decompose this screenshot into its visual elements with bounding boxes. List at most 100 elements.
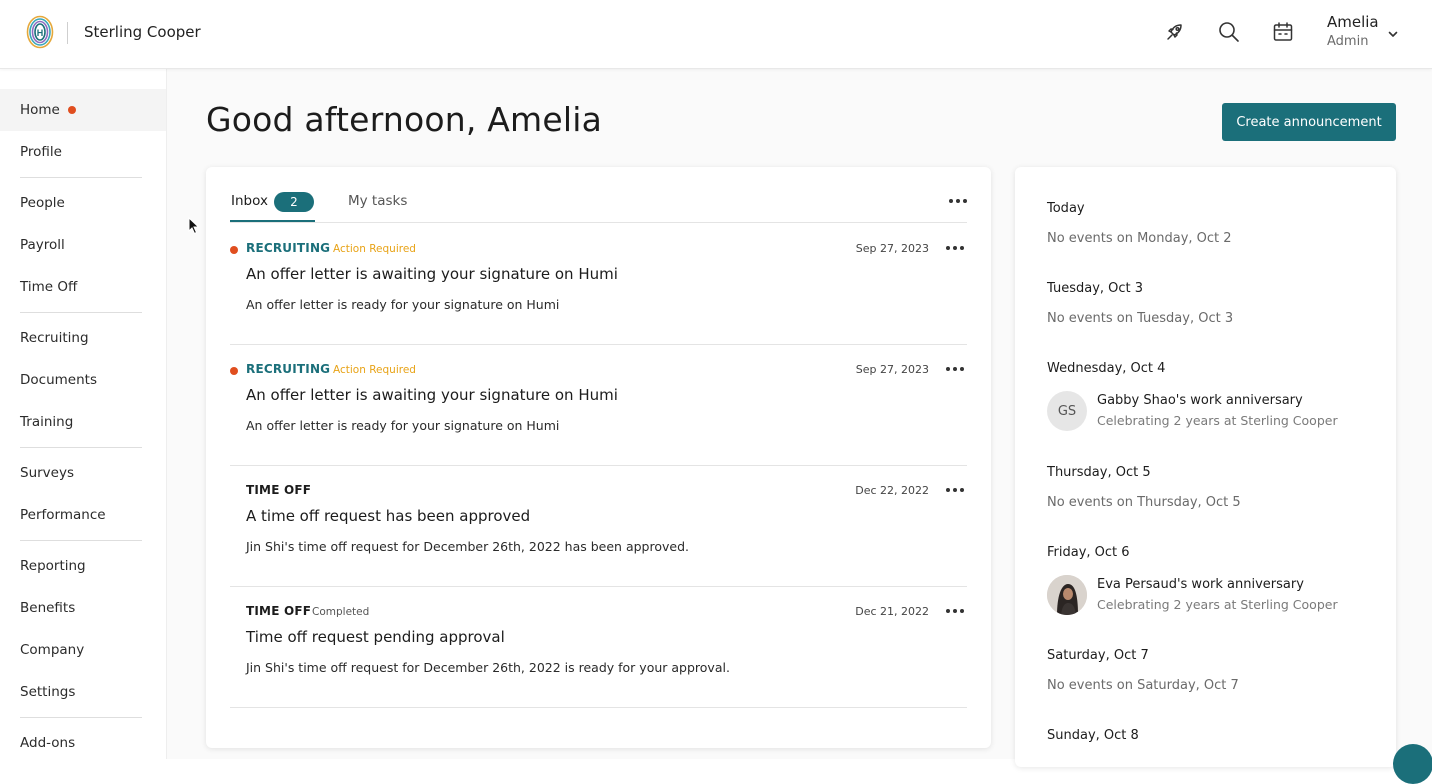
unread-dot	[230, 367, 238, 375]
sidebar-item-label: Payroll	[20, 237, 65, 253]
item-category: TIME OFF	[246, 604, 312, 618]
rocket-icon[interactable]	[1163, 20, 1187, 44]
sidebar-item-home[interactable]: Home	[0, 89, 166, 131]
avatar[interactable]: GS	[1047, 391, 1087, 431]
user-name[interactable]: Amelia	[1327, 13, 1379, 31]
inbox-count-badge: 2	[274, 192, 314, 212]
sidebar-item-profile[interactable]: Profile	[0, 131, 166, 173]
company-name: Sterling Cooper	[84, 23, 201, 41]
sidebar: Home Profile People Payroll Time Off Rec…	[0, 69, 167, 759]
item-title: Time off request pending approval	[246, 628, 505, 646]
calendar-no-events: No events on Saturday, Oct 7	[1047, 678, 1239, 693]
sidebar-item-documents[interactable]: Documents	[0, 359, 166, 401]
sidebar-item-label: Home	[20, 102, 60, 118]
calendar-day-label: Friday, Oct 6	[1047, 545, 1130, 560]
sidebar-item-training[interactable]: Training	[0, 401, 166, 443]
item-date: Sep 27, 2023	[855, 363, 929, 376]
sidebar-item-settings[interactable]: Settings	[0, 671, 166, 713]
calendar-event-subtitle: Celebrating 2 years at Sterling Cooper	[1097, 597, 1338, 612]
sidebar-item-label: Add-ons	[20, 735, 76, 751]
sidebar-item-company[interactable]: Company	[0, 629, 166, 671]
mouse-cursor-icon	[188, 216, 200, 235]
sidebar-divider	[20, 447, 142, 448]
user-role: Admin	[1327, 34, 1369, 49]
item-date: Dec 21, 2022	[855, 605, 929, 618]
item-body: An offer letter is ready for your signat…	[246, 297, 560, 312]
item-status-tag: Completed	[312, 606, 370, 618]
profile-photo-icon	[1047, 575, 1087, 615]
create-announcement-button[interactable]: Create announcement	[1222, 103, 1396, 141]
chevron-down-icon[interactable]	[1386, 26, 1400, 40]
sidebar-item-add-ons[interactable]: Add-ons	[0, 722, 166, 764]
calendar-event-subtitle: Celebrating 2 years at Sterling Cooper	[1097, 413, 1338, 428]
brand-divider	[67, 22, 68, 44]
sidebar-item-label: Benefits	[20, 600, 76, 616]
help-button[interactable]	[1393, 744, 1432, 784]
calendar-event-title[interactable]: Eva Persaud's work anniversary	[1097, 577, 1304, 592]
list-item[interactable]: TIME OFF Completed Dec 21, 2022 Time off…	[230, 587, 967, 708]
calendar-day-label: Wednesday, Oct 4	[1047, 361, 1166, 376]
page-title: Good afternoon, Amelia	[206, 100, 603, 139]
item-title: An offer letter is awaiting your signatu…	[246, 265, 618, 283]
sidebar-item-recruiting[interactable]: Recruiting	[0, 317, 166, 359]
sidebar-item-label: Company	[20, 642, 85, 658]
sidebar-item-label: People	[20, 195, 65, 211]
more-options-icon[interactable]	[949, 196, 967, 206]
list-item[interactable]: RECRUITING Action Required Sep 27, 2023 …	[230, 345, 967, 466]
notification-dot	[67, 106, 76, 114]
tabs-divider	[230, 222, 967, 223]
item-category: RECRUITING	[246, 241, 331, 255]
inbox-card: Inbox 2 My tasks RECRUITING Action Requi…	[206, 167, 991, 748]
item-body: Jin Shi's time off request for December …	[246, 539, 689, 554]
calendar-day-label: Thursday, Oct 5	[1047, 465, 1151, 480]
more-options-icon[interactable]	[946, 364, 964, 374]
sidebar-item-payroll[interactable]: Payroll	[0, 224, 166, 266]
calendar-no-events: No events on Thursday, Oct 5	[1047, 495, 1241, 510]
company-logo-icon[interactable]: H	[26, 15, 54, 49]
sidebar-divider	[20, 540, 142, 541]
calendar-day-label: Saturday, Oct 7	[1047, 648, 1149, 663]
more-options-icon[interactable]	[946, 606, 964, 616]
sidebar-item-label: Documents	[20, 372, 97, 388]
sidebar-item-label: Settings	[20, 684, 76, 700]
list-item[interactable]: RECRUITING Action Required Sep 27, 2023 …	[230, 224, 967, 345]
sidebar-item-label: Training	[20, 414, 74, 430]
calendar-no-events: No events on Tuesday, Oct 3	[1047, 311, 1234, 326]
item-body: An offer letter is ready for your signat…	[246, 418, 560, 433]
calendar-no-events: No events on Monday, Oct 2	[1047, 231, 1232, 246]
tab-my-tasks[interactable]: My tasks	[348, 193, 407, 209]
list-item[interactable]: TIME OFF Dec 22, 2022 A time off request…	[230, 466, 967, 587]
more-options-icon[interactable]	[946, 243, 964, 253]
sidebar-divider	[20, 717, 142, 718]
sidebar-item-reporting[interactable]: Reporting	[0, 545, 166, 587]
calendar-card: Today No events on Monday, Oct 2 Tuesday…	[1015, 167, 1396, 767]
tab-inbox[interactable]: Inbox	[231, 193, 268, 209]
search-icon[interactable]	[1217, 20, 1241, 44]
sidebar-item-label: Reporting	[20, 558, 86, 574]
item-date: Sep 27, 2023	[855, 242, 929, 255]
item-status-tag: Action Required	[333, 364, 416, 376]
sidebar-item-label: Performance	[20, 507, 106, 523]
item-body: Jin Shi's time off request for December …	[246, 660, 730, 675]
item-title: An offer letter is awaiting your signatu…	[246, 386, 618, 404]
calendar-day-label: Sunday, Oct 8	[1047, 728, 1139, 743]
more-options-icon[interactable]	[946, 485, 964, 495]
sidebar-item-time-off[interactable]: Time Off	[0, 266, 166, 308]
calendar-icon[interactable]	[1271, 20, 1295, 44]
calendar-event-title[interactable]: Gabby Shao's work anniversary	[1097, 393, 1303, 408]
sidebar-item-label: Recruiting	[20, 330, 89, 346]
sidebar-item-label: Profile	[20, 144, 62, 160]
item-category: TIME OFF	[246, 483, 312, 497]
sidebar-item-performance[interactable]: Performance	[0, 494, 166, 536]
item-status-tag: Action Required	[333, 243, 416, 255]
sidebar-item-surveys[interactable]: Surveys	[0, 452, 166, 494]
sidebar-item-benefits[interactable]: Benefits	[0, 587, 166, 629]
avatar[interactable]	[1047, 575, 1087, 615]
top-bar: H Sterling Cooper Amelia Admin	[0, 0, 1432, 69]
sidebar-divider	[20, 312, 142, 313]
sidebar-item-label: Surveys	[20, 465, 74, 481]
unread-dot	[230, 246, 238, 254]
item-date: Dec 22, 2022	[855, 484, 929, 497]
calendar-day-label: Today	[1047, 201, 1085, 216]
sidebar-item-people[interactable]: People	[0, 182, 166, 224]
